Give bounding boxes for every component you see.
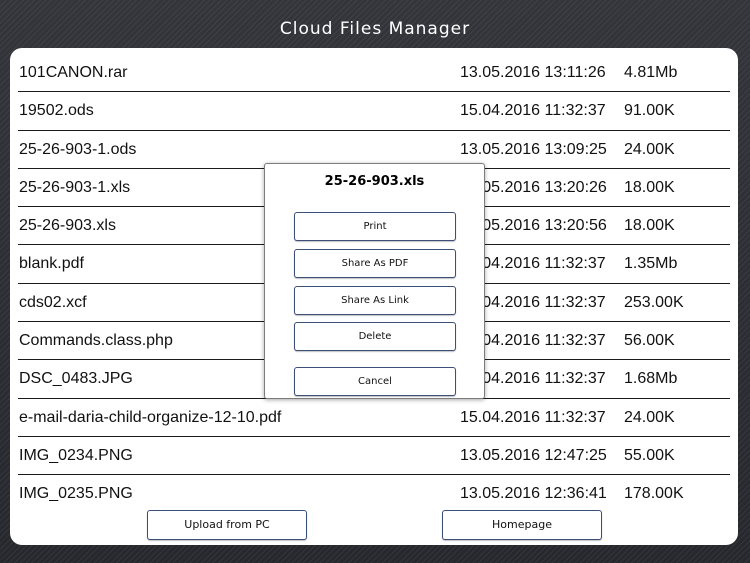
file-name: 25-26-903.xls (19, 217, 116, 235)
file-row[interactable]: IMG_0234.PNG 13.05.2016 12:47:25 55.00K (18, 437, 730, 476)
file-size: 253.00K (624, 293, 684, 311)
homepage-button[interactable]: Homepage (442, 510, 602, 540)
dialog-title: 25-26-903.xls (324, 174, 425, 189)
file-name: DSC_0483.JPG (19, 370, 133, 388)
app-window: Cloud Files Manager 101CANON.rar 13.05.2… (0, 0, 750, 563)
file-name: Commands.class.php (19, 332, 173, 350)
file-name: e-mail-daria-child-organize-12-10.pdf (19, 408, 282, 426)
file-name: 25-26-903-1.ods (19, 140, 137, 158)
file-date: 13.05.2016 13:11:26 (460, 64, 606, 81)
share-as-link-button[interactable]: Share As Link (294, 286, 456, 315)
file-size: 178.00K (624, 485, 684, 503)
file-date: 13.05.2016 12:36:41 (460, 485, 607, 503)
file-date: 15.04.2016 11:32:37 (460, 102, 606, 120)
file-name: 25-26-903-1.xls (19, 178, 131, 196)
share-as-pdf-button[interactable]: Share As PDF (294, 249, 456, 278)
file-name: 19502.ods (19, 102, 94, 120)
file-size: 18.00K (624, 178, 675, 196)
file-date: 13.05.2016 13:09:25 (460, 140, 607, 158)
upload-from-pc-button[interactable]: Upload from PC (147, 510, 307, 540)
file-date: 13.05.2016 12:47:25 (460, 446, 607, 464)
file-size: 1.68Mb (624, 370, 678, 388)
file-row[interactable]: 19502.ods 15.04.2016 11:32:37 91.00K (18, 92, 730, 131)
file-row[interactable]: 101CANON.rar 13.05.2016 13:11:26 4.81Mb (18, 54, 730, 93)
cancel-button[interactable]: Cancel (294, 367, 456, 396)
file-size: 4.81Mb (624, 64, 678, 81)
file-size: 24.00K (624, 140, 675, 158)
file-size: 1.35Mb (624, 255, 678, 273)
file-name: cds02.xcf (19, 293, 87, 311)
file-name: blank.pdf (19, 255, 84, 273)
file-row[interactable]: IMG_0235.PNG 13.05.2016 12:36:41 178.00K (18, 475, 730, 512)
file-row[interactable]: e-mail-daria-child-organize-12-10.pdf 15… (18, 399, 730, 437)
file-size: 56.00K (624, 332, 675, 350)
file-name: IMG_0235.PNG (19, 485, 133, 503)
file-actions-dialog: 25-26-903.xls Print Share As PDF Share A… (264, 163, 485, 399)
file-name: IMG_0234.PNG (19, 446, 133, 464)
print-button[interactable]: Print (294, 212, 456, 241)
file-size: 55.00K (624, 446, 675, 464)
file-size: 91.00K (624, 102, 675, 120)
delete-button[interactable]: Delete (294, 322, 456, 351)
file-size: 24.00K (624, 408, 675, 426)
file-name: 101CANON.rar (19, 64, 128, 81)
file-size: 18.00K (624, 217, 675, 235)
file-date: 15.04.2016 11:32:37 (460, 408, 606, 426)
